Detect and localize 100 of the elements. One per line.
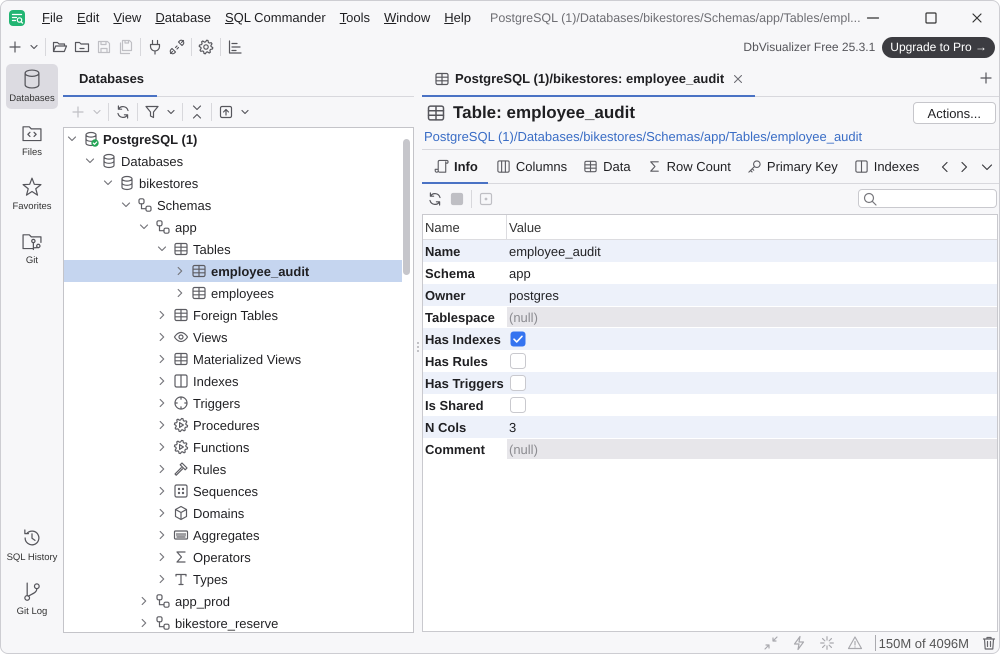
tree-row[interactable]: Domains: [64, 502, 402, 524]
menu-item[interactable]: Window: [377, 10, 438, 25]
tree-row[interactable]: Types: [64, 568, 402, 590]
tab[interactable]: Data: [575, 150, 639, 184]
tree-row[interactable]: Aggregates: [64, 524, 402, 546]
tree-row[interactable]: Tables: [64, 238, 402, 260]
sidebar-tab[interactable]: Git Log: [6, 577, 58, 622]
plus-icon[interactable]: [978, 70, 994, 86]
settings-icon[interactable]: [198, 39, 214, 55]
actions-button[interactable]: Actions...: [912, 102, 996, 124]
menu-item[interactable]: Tools: [332, 10, 378, 25]
tree-label: Aggregates: [193, 528, 260, 542]
menu-item[interactable]: SQL Commander: [218, 10, 333, 25]
table-cell-text: Comment: [424, 440, 486, 458]
menu-item[interactable]: Help: [437, 10, 478, 25]
filter-icon[interactable]: [144, 104, 160, 120]
breadcrumb-link[interactable]: PostgreSQL (1)/Databases/bikestores/Schemas/app/Tables/employee_audit: [424, 129, 862, 144]
plug-icon[interactable]: [147, 39, 163, 55]
tree-row[interactable]: Functions: [64, 436, 402, 458]
menu-item[interactable]: View: [106, 10, 148, 25]
checkbox[interactable]: [510, 331, 526, 347]
tree-label: Tables: [193, 242, 231, 256]
table-cell-text: Has Indexes: [424, 330, 502, 348]
tree-row[interactable]: Materialized Views: [64, 348, 402, 370]
drag-handle-icon[interactable]: [416, 340, 420, 352]
scrollbar[interactable]: [403, 139, 410, 275]
tree-row[interactable]: bikestore_reserve: [64, 612, 402, 632]
table-cell-text: Has Rules: [424, 352, 489, 370]
tree-row[interactable]: Rules: [64, 458, 402, 480]
table-cell: (null): [507, 439, 997, 459]
t-shape-icon: [173, 571, 189, 587]
plus-icon[interactable]: [7, 39, 23, 55]
tree-row[interactable]: bikestores: [64, 172, 402, 194]
refresh-icon[interactable]: [115, 104, 131, 120]
editor-tab[interactable]: PostgreSQL (1)/bikestores: employee_audit: [422, 60, 756, 97]
table-icon: [173, 241, 189, 257]
tree-row[interactable]: PostgreSQL (1): [64, 128, 402, 150]
checkbox[interactable]: [510, 375, 526, 391]
folder-icon[interactable]: [74, 39, 90, 55]
sidebar-tab[interactable]: Favorites: [6, 172, 58, 217]
menu-item[interactable]: Edit: [70, 10, 106, 25]
tab[interactable]: Columns: [488, 150, 576, 184]
tab[interactable]: Row Count: [638, 150, 739, 184]
table-icon: [191, 263, 207, 279]
sidebar-tab[interactable]: Files: [6, 118, 58, 163]
database-icon: [119, 175, 135, 191]
search-icon: [862, 190, 878, 206]
sidebar-tab[interactable]: Git: [6, 226, 58, 271]
schema-icon: [155, 593, 171, 609]
split-square-icon: [854, 158, 869, 174]
warning-icon: [846, 635, 863, 651]
table-cell-text: 3: [508, 418, 518, 436]
table-icon: [434, 70, 450, 86]
tree-row[interactable]: Views: [64, 326, 402, 348]
open-folder-icon[interactable]: [52, 39, 68, 55]
tab[interactable]: Info: [422, 150, 488, 184]
tree-label: Foreign Tables: [193, 308, 278, 322]
table-icon: [426, 103, 446, 123]
tree-label: Materialized Views: [193, 352, 302, 366]
collapse-arrows-icon: [762, 635, 779, 651]
table-cell-text: Has Triggers: [424, 374, 505, 393]
maximize-icon[interactable]: [923, 10, 939, 26]
refresh-icon[interactable]: [427, 190, 443, 206]
export-icon[interactable]: [218, 104, 234, 120]
upgrade-button[interactable]: Upgrade to Pro →: [882, 36, 995, 58]
object-title: Table: employee_audit: [453, 103, 636, 123]
tree-row[interactable]: Triggers: [64, 392, 402, 414]
tree-row[interactable]: Foreign Tables: [64, 304, 402, 326]
gear-play-icon: [173, 417, 189, 433]
tree-row[interactable]: Indexes: [64, 370, 402, 392]
tree-row[interactable]: app_prod: [64, 590, 402, 612]
bar-chart-icon[interactable]: [227, 39, 243, 55]
tree-row[interactable]: Procedures: [64, 414, 402, 436]
tree-row[interactable]: Operators: [64, 546, 402, 568]
tree-label: bikestores: [139, 176, 198, 190]
tab[interactable]: Indexes: [846, 150, 928, 184]
search-field[interactable]: [858, 189, 997, 208]
crosshair-icon: [173, 395, 189, 411]
tree-row[interactable]: Schemas: [64, 194, 402, 216]
menu-item[interactable]: Database: [148, 10, 218, 25]
menu-item[interactable]: File: [35, 10, 70, 25]
checkbox[interactable]: [510, 397, 526, 413]
tree-label: Rules: [193, 462, 226, 476]
tree-row[interactable]: employee_audit: [64, 260, 402, 282]
table-cell-text: Owner: [424, 286, 466, 304]
panel-tab[interactable]: Databases: [63, 71, 158, 97]
unplugged-icon[interactable]: [169, 39, 185, 55]
checkbox[interactable]: [510, 353, 526, 369]
tree-row[interactable]: employees: [64, 282, 402, 304]
table-cell: (null): [507, 307, 997, 327]
cube-icon: [173, 505, 189, 521]
column-header[interactable]: Name: [423, 215, 507, 239]
tree-row[interactable]: Sequences: [64, 480, 402, 502]
tab[interactable]: Primary Key: [738, 150, 846, 184]
trash-icon[interactable]: [981, 635, 997, 651]
tree-row[interactable]: Databases: [64, 150, 402, 172]
sidebar-tab[interactable]: SQL History: [6, 523, 58, 568]
sidebar-tab[interactable]: Databases: [6, 64, 58, 109]
column-header[interactable]: Value: [507, 215, 542, 239]
tree-row[interactable]: app: [64, 216, 402, 238]
